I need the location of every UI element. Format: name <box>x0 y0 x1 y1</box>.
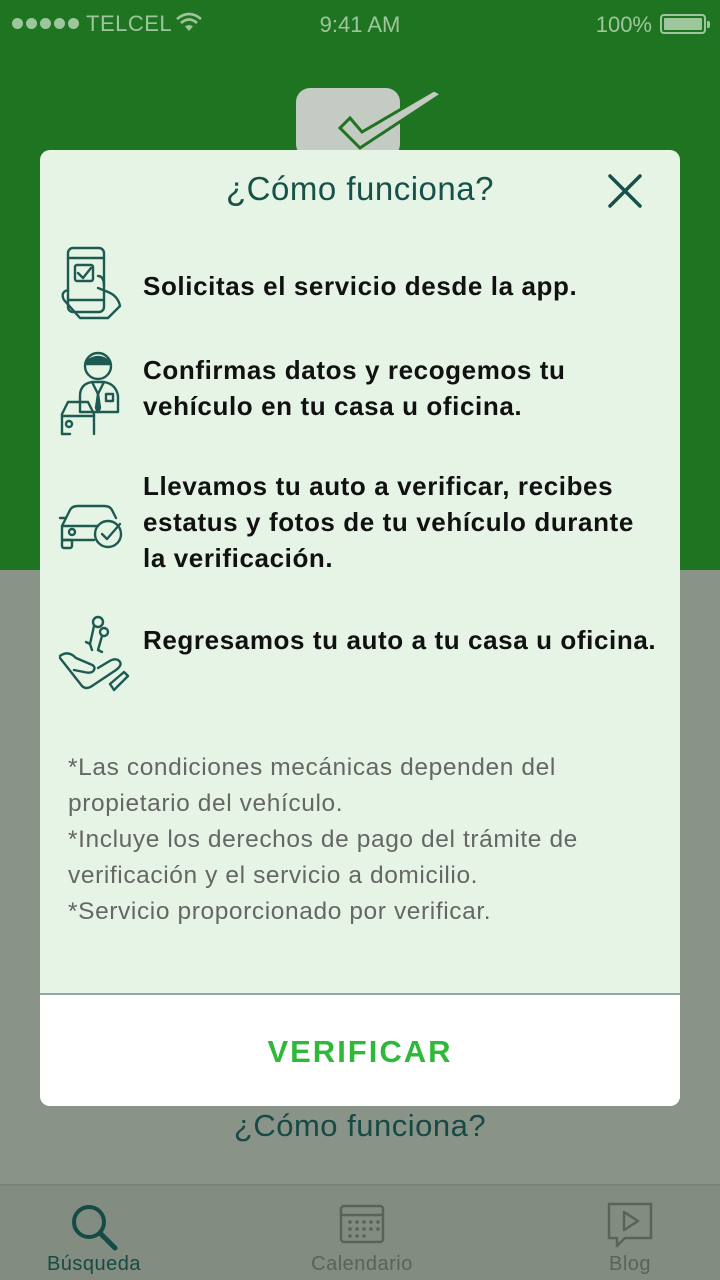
tab-label: Calendario <box>311 1253 413 1275</box>
modal-footer: VERIFICAR <box>40 993 680 1106</box>
app-logo-icon <box>296 88 444 158</box>
step-text: Regresamos tu auto a tu casa u oficina. <box>143 625 657 655</box>
video-icon <box>607 1202 653 1248</box>
status-bar: TELCEL 9:41 AM 100% <box>0 0 720 50</box>
modal-title: ¿Cómo funciona? <box>226 170 494 207</box>
calendar-icon <box>339 1204 385 1244</box>
how-it-works-link[interactable]: ¿Cómo funciona? <box>0 1108 720 1144</box>
tab-bar: Búsqueda Calendario Blog <box>0 1184 720 1280</box>
step-text: Llevamos tu auto a verificar, recibes es… <box>143 471 634 573</box>
tab-calendario[interactable]: Calendario <box>272 1186 452 1280</box>
tab-blog[interactable]: Blog <box>540 1186 720 1280</box>
car-check-icon <box>58 504 123 550</box>
tab-label: Búsqueda <box>46 1253 142 1275</box>
battery-icon <box>660 14 710 34</box>
verificar-button[interactable]: VERIFICAR <box>40 995 680 1106</box>
driver-car-icon <box>60 351 120 436</box>
search-icon <box>72 1205 118 1251</box>
note-item: *Incluye los derechos de pago del trámit… <box>68 826 578 889</box>
how-it-works-modal: ¿Cómo funciona? Solicitas el servicio de… <box>40 150 680 1106</box>
hand-keys-icon <box>58 615 130 692</box>
disclaimer-notes: *Las condiciones mecánicas dependen del … <box>68 750 668 930</box>
note-item: *Las condiciones mecánicas dependen del … <box>68 754 556 817</box>
battery-percentage: 100% <box>595 12 652 37</box>
tab-busqueda[interactable]: Búsqueda <box>4 1186 184 1280</box>
phone-tap-icon <box>61 246 122 320</box>
note-item: *Servicio proporcionado por verificar. <box>68 898 492 925</box>
step-text: Confirmas datos y recogemos tu vehículo … <box>143 355 566 421</box>
step-text: Solicitas el servicio desde la app. <box>143 271 578 301</box>
close-icon[interactable] <box>606 172 644 210</box>
tab-label: Blog <box>608 1253 652 1275</box>
